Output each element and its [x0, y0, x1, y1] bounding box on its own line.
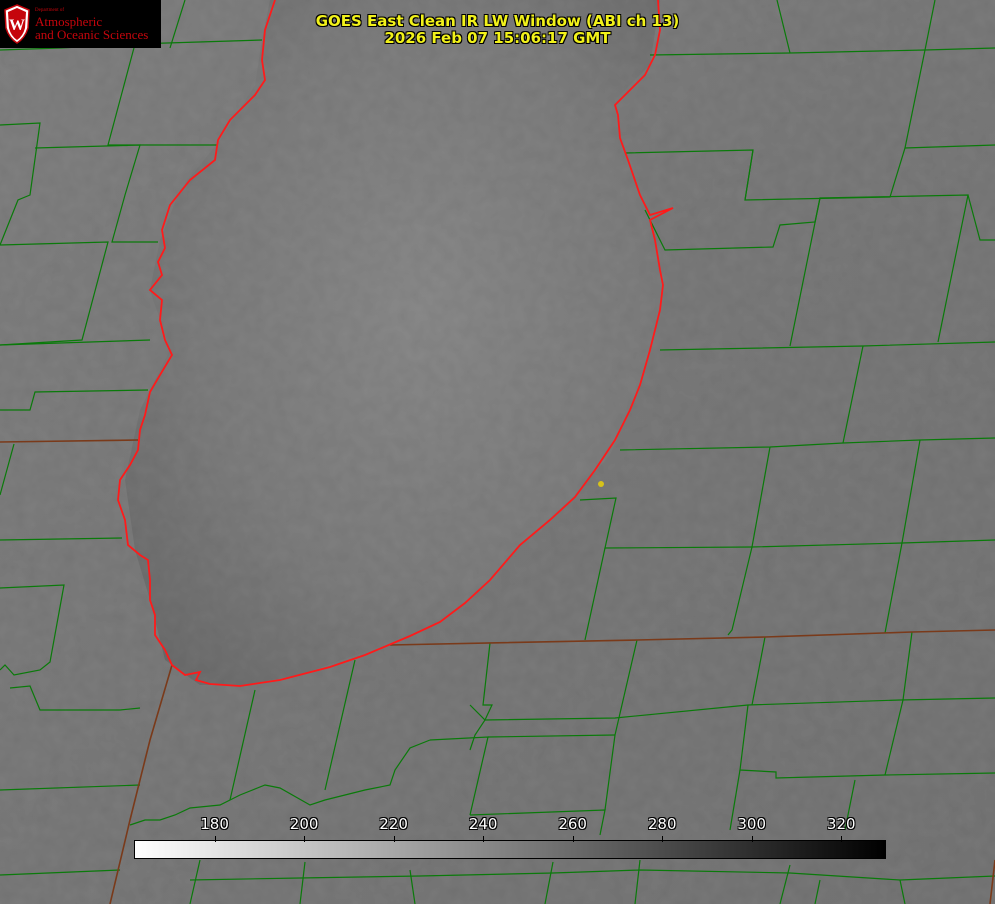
- image-title: GOES East Clean IR LW Window (ABI ch 13): [315, 12, 680, 30]
- colorbar-tick-mark: [393, 836, 395, 842]
- image-noise: [0, 0, 995, 904]
- colorbar-tick-label: 300: [737, 815, 767, 833]
- image-timestamp: 2026 Feb 07 15:06:17 GMT: [384, 29, 611, 47]
- colorbar-tick-label: 200: [289, 815, 319, 833]
- colorbar-tick-mark: [483, 836, 485, 842]
- colorbar-tick-mark: [214, 836, 216, 842]
- colorbar-tick-label: 220: [379, 815, 408, 833]
- colorbar-tick-label: 320: [826, 815, 856, 833]
- colorbar-tick-label: 180: [200, 815, 229, 833]
- satellite-image-viewer: W Department of Atmospheric and Oceanic …: [0, 0, 995, 904]
- colorbar-tick-label: 280: [647, 815, 677, 833]
- colorbar-tick-mark: [304, 836, 306, 842]
- colorbar-tick-mark: [841, 836, 843, 842]
- colorbar-tick-mark: [751, 836, 753, 842]
- temperature-colorbar: [134, 840, 886, 859]
- colorbar-tick-label: 260: [558, 815, 587, 833]
- satellite-map: [0, 0, 995, 904]
- location-marker: [598, 481, 604, 487]
- colorbar-tick-mark: [572, 836, 574, 842]
- colorbar-tick-mark: [662, 836, 664, 842]
- colorbar-tick-label: 240: [468, 815, 498, 833]
